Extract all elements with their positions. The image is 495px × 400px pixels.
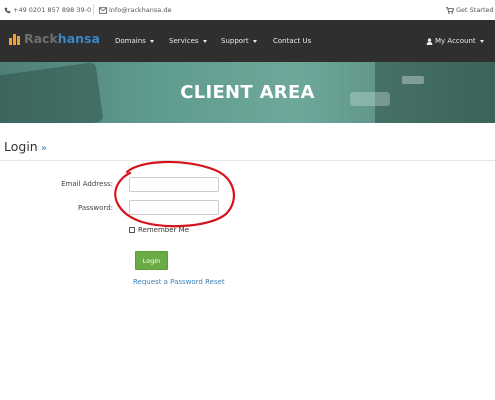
cart-icon <box>446 6 454 14</box>
page-title: Login» <box>4 139 47 154</box>
breadcrumb-raquo: » <box>40 143 47 154</box>
nav-domains[interactable]: Domains <box>115 37 154 45</box>
nav-services-label: Services <box>169 37 199 45</box>
page-title-text: Login <box>4 139 38 154</box>
password-field[interactable] <box>129 200 219 215</box>
caret-down-icon <box>149 39 154 43</box>
get-started-label: Get Started <box>456 6 494 14</box>
caret-down-icon <box>202 39 207 43</box>
brand-name-part1: Rack <box>24 31 58 46</box>
nav-contact-us-label: Contact Us <box>273 37 312 45</box>
my-account-label: My Account <box>435 37 476 45</box>
remember-me[interactable]: Remember Me <box>129 226 189 234</box>
nav-contact-us[interactable]: Contact Us <box>273 37 311 45</box>
hero-banner: CLIENT AREA <box>0 62 495 123</box>
phone-icon <box>4 7 11 13</box>
phone-contact[interactable]: +49 0201 857 898 39-0 <box>4 6 91 14</box>
main-navbar: Rack hansa Domains Services Support Conta… <box>0 20 495 62</box>
my-account-menu[interactable]: My Account <box>426 37 484 45</box>
email-contact[interactable]: info@rackhansa.de <box>99 6 171 14</box>
topbar-divider <box>93 4 94 15</box>
email-address: info@rackhansa.de <box>109 6 172 14</box>
remember-me-label: Remember Me <box>138 226 189 234</box>
caret-down-icon <box>479 39 484 43</box>
heading-divider <box>0 160 495 161</box>
password-label: Password: <box>77 204 113 212</box>
brand-name-part2: hansa <box>57 31 100 46</box>
phone-number: +49 0201 857 898 39-0 <box>13 6 92 14</box>
get-started-link[interactable]: Get Started <box>446 6 494 14</box>
password-reset-link[interactable]: Request a Password Reset <box>133 278 225 286</box>
login-button[interactable]: Login <box>135 251 168 270</box>
envelope-icon <box>99 6 107 14</box>
nav-support-label: Support <box>221 37 249 45</box>
user-icon <box>426 37 433 45</box>
email-label: Email Address: <box>61 180 113 188</box>
caret-down-icon <box>252 39 257 43</box>
hero-title: CLIENT AREA <box>180 82 315 103</box>
nav-domains-label: Domains <box>115 37 146 45</box>
top-contact-bar: +49 0201 857 898 39-0 info@rackhansa.de … <box>0 0 495 20</box>
nav-support[interactable]: Support <box>221 37 257 45</box>
email-field[interactable] <box>129 177 219 192</box>
logo-bars-icon <box>9 33 21 45</box>
remember-me-checkbox[interactable] <box>129 227 135 233</box>
brand-logo[interactable]: Rack hansa <box>9 31 100 46</box>
nav-services[interactable]: Services <box>169 37 207 45</box>
